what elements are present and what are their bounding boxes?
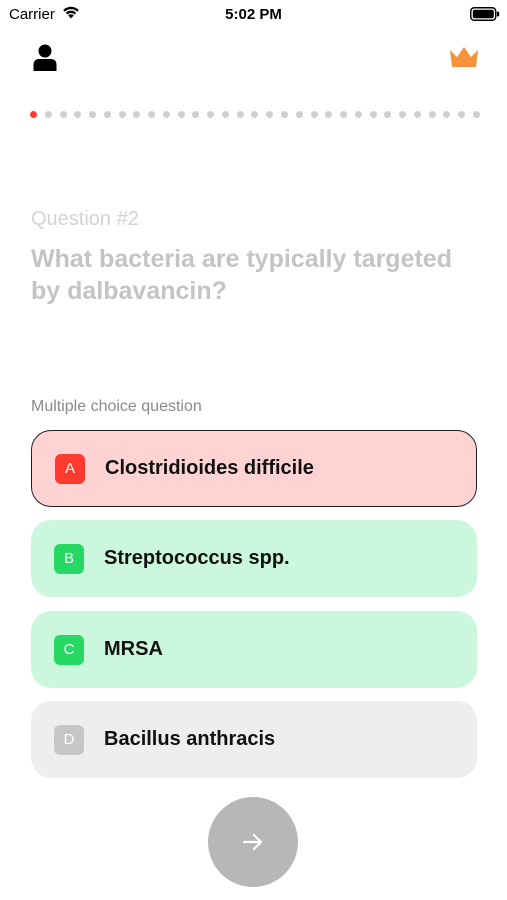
- progress-indicator: [30, 109, 480, 119]
- progress-dot: [148, 110, 156, 118]
- progress-dot: [325, 110, 333, 118]
- question-number: Question #2: [31, 208, 139, 230]
- progress-dot: [384, 110, 392, 118]
- answer-option-a[interactable]: A Clostridioides difficile: [31, 430, 477, 507]
- progress-dot: [251, 110, 259, 118]
- answer-option-b[interactable]: B Streptococcus spp.: [31, 520, 477, 597]
- option-text: Clostridioides difficile: [105, 457, 314, 479]
- progress-dot: [295, 110, 303, 118]
- status-bar: Carrier 5:02 PM: [0, 0, 507, 28]
- status-time: 5:02 PM: [225, 6, 282, 23]
- progress-dot: [369, 110, 377, 118]
- progress-dot: [133, 110, 141, 118]
- next-button[interactable]: [208, 797, 298, 887]
- progress-dot: [89, 110, 97, 118]
- answer-option-c[interactable]: C MRSA: [31, 611, 477, 688]
- progress-dot: [354, 110, 362, 118]
- question-text: What bacteria are typically targeted by …: [31, 245, 452, 305]
- progress-dot: [281, 110, 289, 118]
- option-letter-badge: C: [54, 634, 84, 665]
- progress-dot: [458, 110, 466, 118]
- progress-dot: [266, 110, 274, 118]
- progress-dot: [44, 110, 52, 118]
- profile-icon[interactable]: [32, 44, 58, 72]
- progress-dot: [472, 110, 480, 118]
- progress-dot: [192, 110, 200, 118]
- progress-dot: [413, 110, 421, 118]
- crown-icon[interactable]: [448, 44, 480, 70]
- progress-dot: [59, 110, 67, 118]
- progress-dot: [103, 110, 111, 118]
- option-text: Streptococcus spp.: [104, 547, 290, 569]
- progress-dot: [221, 110, 229, 118]
- progress-dot: [74, 110, 82, 118]
- progress-dot: [428, 110, 436, 118]
- option-text: MRSA: [104, 638, 163, 660]
- progress-dot: [207, 110, 215, 118]
- progress-dot: [399, 110, 407, 118]
- option-letter-badge: A: [55, 453, 85, 484]
- question-type-label: Multiple choice question: [31, 398, 202, 415]
- progress-dot: [340, 110, 348, 118]
- arrow-right-icon: [242, 833, 263, 851]
- option-letter-badge: B: [54, 543, 84, 574]
- option-letter-badge: D: [54, 724, 84, 755]
- progress-dot-active: [30, 110, 37, 118]
- progress-dot: [177, 110, 185, 118]
- battery-icon: [470, 7, 500, 21]
- option-text: Bacillus anthracis: [104, 728, 276, 750]
- progress-dot: [118, 110, 126, 118]
- progress-dot: [162, 110, 170, 118]
- progress-dot: [443, 110, 451, 118]
- answer-option-d[interactable]: D Bacillus anthracis: [31, 701, 477, 778]
- progress-dot: [310, 110, 318, 118]
- progress-dot: [236, 110, 244, 118]
